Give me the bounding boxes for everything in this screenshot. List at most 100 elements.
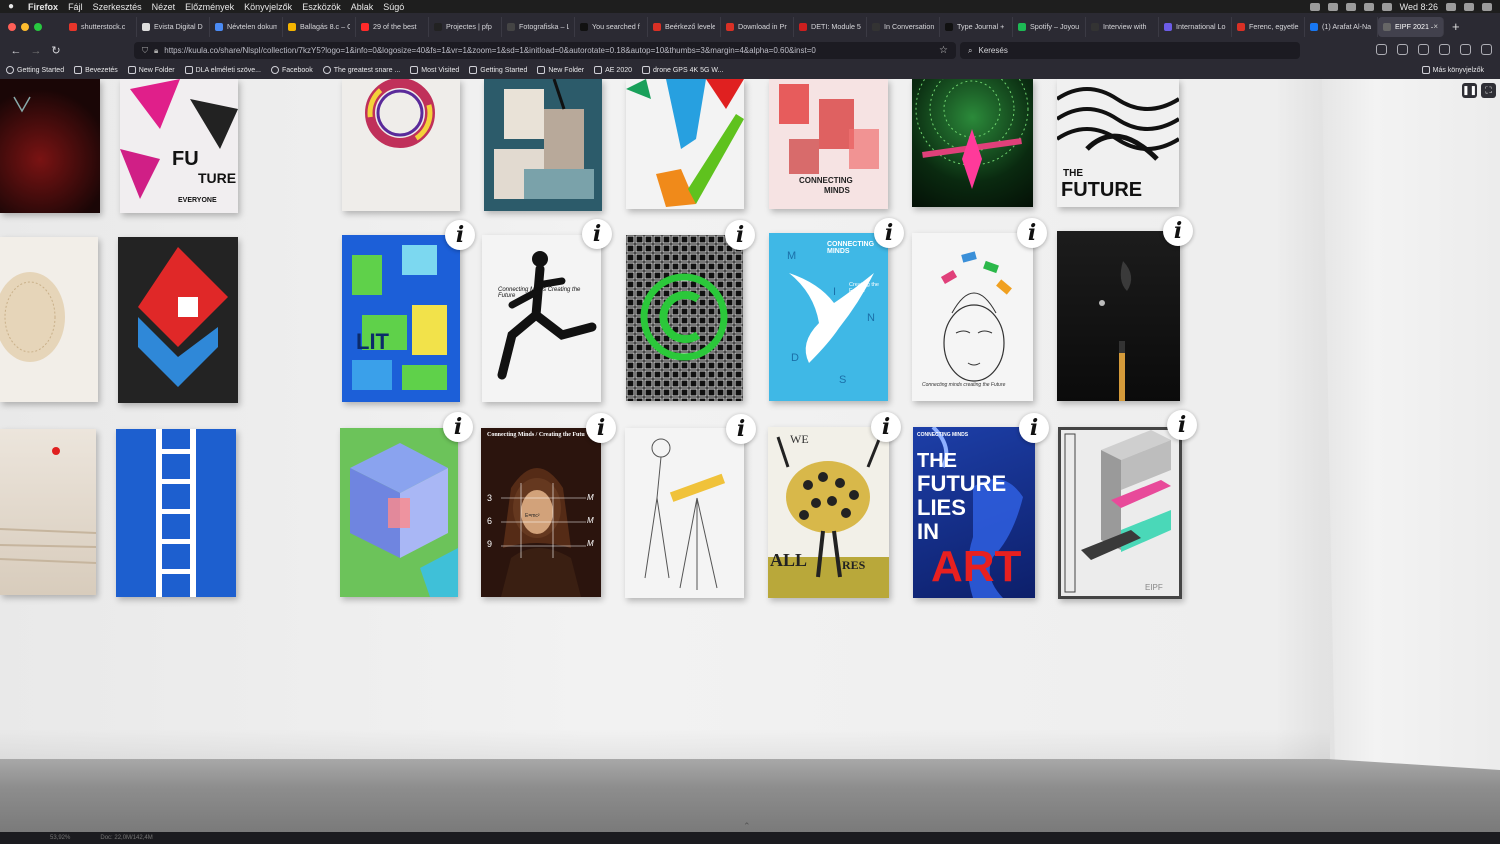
info-hotspot-r2c1[interactable]: i <box>445 220 475 250</box>
tab-6[interactable]: Fotografiska – Logo <box>502 16 575 37</box>
tab-11[interactable]: In Conversation <box>867 16 940 37</box>
tab-15[interactable]: International Lo <box>1159 16 1232 37</box>
library-icon[interactable] <box>1460 44 1471 55</box>
info-hotspot-r3c5[interactable]: i <box>1019 413 1049 443</box>
poster-beige-dot[interactable] <box>0 429 96 595</box>
kuula-gallery-viewer[interactable]: ❚❚ ⛶ FU TURE EVERYONE CONNECTING MINDS T… <box>0 79 1500 832</box>
minimize-window-button[interactable] <box>21 22 29 31</box>
info-hotspot-r2c2[interactable]: i <box>582 219 612 249</box>
menu-tools[interactable]: Eszközök <box>302 2 341 12</box>
control-center-icon[interactable] <box>1482 2 1492 11</box>
tab-10[interactable]: DETI: Module 5 <box>794 16 867 37</box>
bookmark-item-6[interactable]: Most Visited <box>410 66 459 74</box>
bookmark-item-1[interactable]: Bevezetés <box>74 66 118 74</box>
search-bar[interactable]: ⌕ Keresés <box>960 42 1300 59</box>
tab-16[interactable]: Ferenc, egyetlen <box>1232 16 1305 37</box>
close-window-button[interactable] <box>8 22 16 31</box>
info-hotspot-r3c6[interactable]: i <box>1167 410 1197 440</box>
menu-file[interactable]: Fájl <box>68 2 83 12</box>
bluetooth-icon[interactable] <box>1345 2 1356 11</box>
pause-autorotate-button[interactable]: ❚❚ <box>1462 83 1477 98</box>
menu-edit[interactable]: Szerkesztés <box>93 2 142 12</box>
info-hotspot-r2c6[interactable]: i <box>1163 216 1193 246</box>
new-tab-button[interactable]: + <box>1452 19 1460 34</box>
poster-green-rings[interactable] <box>912 79 1033 207</box>
poster-future-lies-in-art[interactable]: CONNECTING MINDS THE FUTURE LIES IN ART <box>913 427 1035 598</box>
poster-red-dark[interactable] <box>0 79 100 213</box>
info-hotspot-r2c4[interactable]: i <box>874 218 904 248</box>
tab-3[interactable]: Ballagás 8.c – G <box>283 16 356 37</box>
tab-7[interactable]: You searched f <box>575 16 648 37</box>
lock-icon[interactable]: 🔒︎ <box>154 46 158 56</box>
siri-icon[interactable] <box>1464 2 1474 11</box>
menubar-clock[interactable]: Wed 8:26 <box>1400 2 1438 12</box>
bookmark-item-0[interactable]: Getting Started <box>6 66 64 74</box>
poster-isometric-city[interactable] <box>340 428 458 597</box>
bookmark-item-9[interactable]: AE 2020 <box>594 66 632 74</box>
downloads-icon[interactable] <box>1397 44 1408 55</box>
tab-14[interactable]: Interview with <box>1086 16 1159 37</box>
spotlight-search-icon[interactable] <box>1446 2 1456 11</box>
bookmark-item-5[interactable]: The greatest snare ... <box>322 66 400 74</box>
poster-copyright-grid[interactable] <box>626 235 743 401</box>
tab-0[interactable]: shutterstock.c <box>64 16 137 37</box>
info-hotspot-r2c3[interactable]: i <box>725 220 755 250</box>
info-hotspot-r3c2[interactable]: i <box>586 413 616 443</box>
poster-isometric-maze[interactable]: EIPF <box>1058 427 1182 599</box>
tab-8[interactable]: Beérkező levelek <box>648 16 721 37</box>
poster-future-everyone[interactable]: FU TURE EVERYONE <box>120 79 238 213</box>
other-bookmarks[interactable]: Más könyvjelzők <box>1421 66 1494 74</box>
menu-view[interactable]: Nézet <box>152 2 176 12</box>
tab-12[interactable]: Type Journal + <box>940 16 1013 37</box>
close-tab-icon[interactable]: × <box>1433 22 1438 31</box>
tab-1[interactable]: Evista Digital D <box>137 16 210 37</box>
tab-active-eipf[interactable]: EIPF 2021 – × <box>1378 16 1444 37</box>
bookmark-item-4[interactable]: Facebook <box>270 66 313 74</box>
grammarly-icon[interactable] <box>1439 44 1450 55</box>
search-placeholder[interactable]: Keresés <box>978 46 1007 55</box>
bookmark-item-10[interactable]: drone GPS 4K 5G W... <box>642 66 723 74</box>
apple-icon[interactable]: ● <box>8 1 14 12</box>
poster-telescope-girl[interactable] <box>625 428 744 598</box>
menu-bookmarks[interactable]: Könyvjelzők <box>244 2 292 12</box>
shield-icon[interactable]: ⛉ <box>142 46 148 56</box>
bookmark-item-7[interactable]: Getting Started <box>469 66 527 74</box>
zoom-window-button[interactable] <box>34 22 42 31</box>
poster-connecting-minds-red[interactable]: CONNECTING MINDS <box>769 79 888 209</box>
tab-2[interactable]: Névtelen dokum <box>210 16 283 37</box>
menu-app-firefox[interactable]: Firefox <box>28 2 58 12</box>
tab-5[interactable]: Projectes | pfp <box>429 16 502 37</box>
tab-13[interactable]: Spotify – Joyou <box>1013 16 1086 37</box>
time-machine-icon[interactable] <box>1327 2 1338 11</box>
poster-durer-portrait[interactable]: Connecting Minds / Creating the Futu 3 6… <box>481 428 601 597</box>
info-hotspot-r2c5[interactable]: i <box>1017 218 1047 248</box>
poster-red-blue-shape[interactable] <box>118 237 238 403</box>
poster-collage[interactable] <box>484 79 602 211</box>
poster-eyes-figure[interactable]: WE ALL RES <box>768 427 889 598</box>
bookmark-star-icon[interactable]: ☆ <box>939 45 948 56</box>
menu-window[interactable]: Ablak <box>351 2 374 12</box>
hamburger-menu-icon[interactable] <box>1481 44 1492 55</box>
poster-check-arrows[interactable] <box>626 79 744 209</box>
menu-history[interactable]: Előzmények <box>185 2 234 12</box>
poster-buddha-head[interactable]: Connecting minds creating the Future <box>912 233 1033 401</box>
back-button[interactable]: ← <box>6 45 26 57</box>
poster-blue-green-letters[interactable]: LIT <box>342 235 460 402</box>
url-bar[interactable]: ⛉ 🔒︎ https://kuula.co/share/NlspI/collec… <box>134 42 956 59</box>
poster-the-future-waves[interactable]: THE FUTURE <box>1057 79 1179 207</box>
menu-help[interactable]: Súgó <box>383 2 404 12</box>
tab-17[interactable]: (1) Arafat Al-Na <box>1305 16 1378 37</box>
forward-button[interactable]: → <box>26 45 46 57</box>
extension-icon[interactable] <box>1418 44 1429 55</box>
fullscreen-button[interactable]: ⛶ <box>1481 83 1496 98</box>
bookmark-item-3[interactable]: DLA elméleti szöve... <box>184 66 261 74</box>
poster-rainbow-ring[interactable] <box>342 79 460 211</box>
chevron-up-icon[interactable]: ⌃ <box>743 821 751 832</box>
reload-button[interactable]: ↻ <box>46 44 66 57</box>
bookmark-item-2[interactable]: New Folder <box>127 66 175 74</box>
url-text[interactable]: https://kuula.co/share/NlspI/collection/… <box>164 46 939 55</box>
volume-icon[interactable] <box>1381 2 1392 11</box>
poster-blue-ladder[interactable] <box>116 429 236 597</box>
poster-connecting-minds-bird[interactable]: CONNECTING MINDS Creating the Future M I… <box>769 233 888 401</box>
info-hotspot-r3c3[interactable]: i <box>726 414 756 444</box>
